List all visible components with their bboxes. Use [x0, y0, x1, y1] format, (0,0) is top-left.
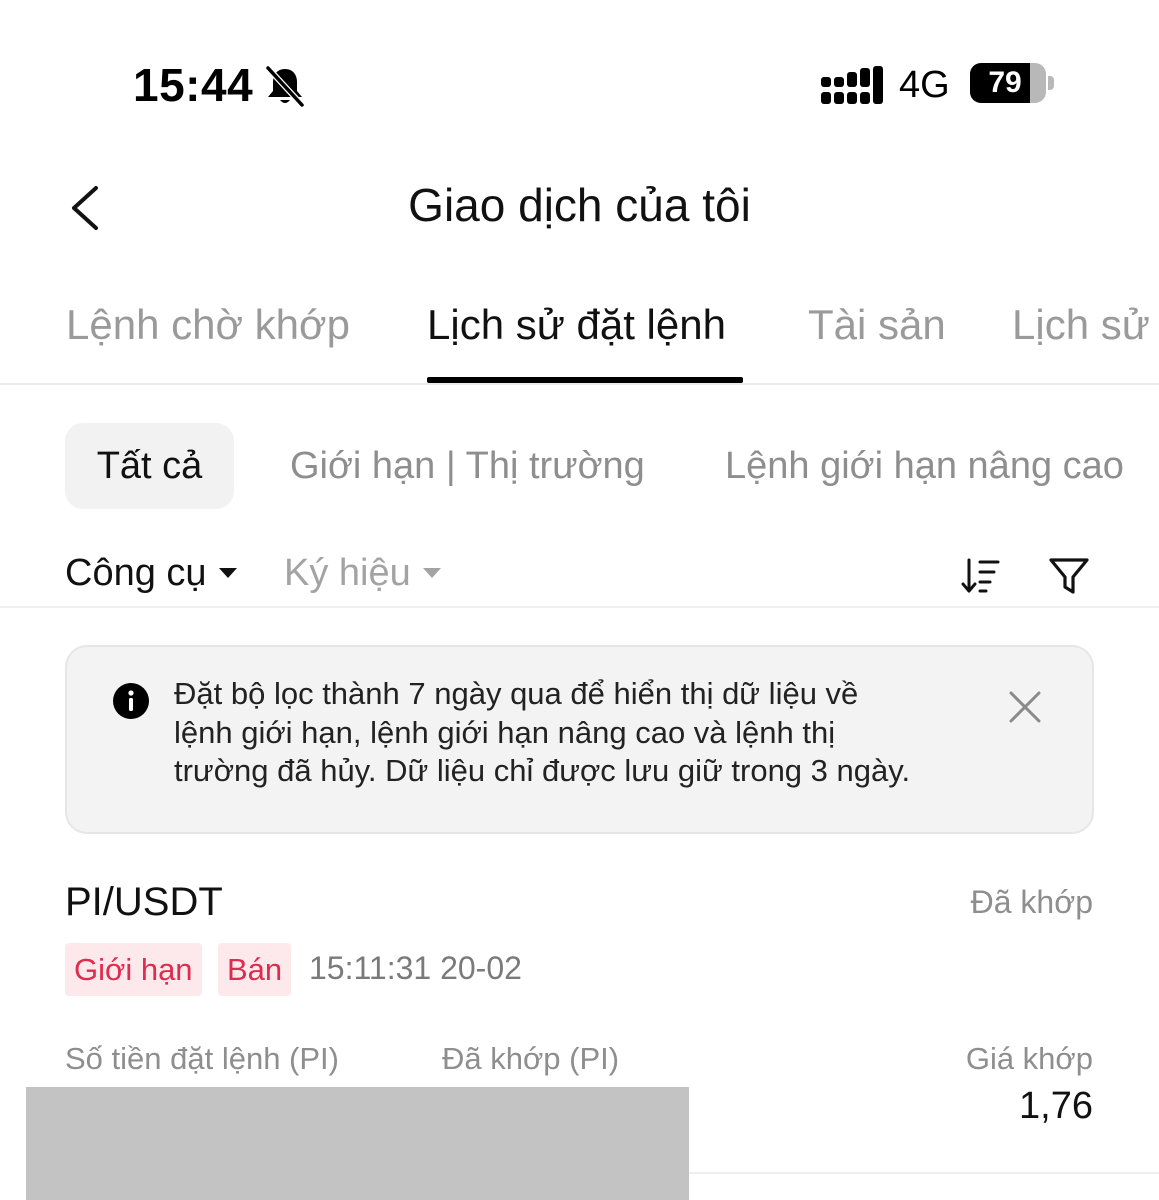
battery-level: 79	[988, 66, 1022, 99]
notice-line: Đặt bộ lọc thành 7 ngày qua để hiển thị …	[174, 676, 859, 711]
order-side-tag: Bán	[218, 943, 292, 996]
notice-text: Đặt bộ lọc thành 7 ngày qua để hiển thị …	[174, 675, 974, 791]
order-status: Đã khớp	[970, 884, 1093, 920]
instrument-dropdown[interactable]: Công cụ	[65, 552, 237, 595]
filter-icon[interactable]	[1047, 554, 1091, 598]
symbol-dropdown[interactable]: Ký hiệu	[284, 552, 441, 595]
tab-order-history[interactable]: Lịch sử đặt lệnh	[427, 301, 726, 349]
order-time: 15:11:31 20-02	[309, 950, 522, 986]
close-icon[interactable]	[1007, 689, 1043, 725]
active-tab-indicator	[427, 377, 743, 383]
filter-limit-market-pill[interactable]: Giới hạn | Thị trường	[290, 445, 645, 488]
main-tabs: Lệnh chờ khớp Lịch sử đặt lệnh Tài sản L…	[0, 295, 1159, 385]
order-amount-label: Số tiền đặt lệnh (PI)	[65, 1041, 339, 1076]
caret-down-icon	[218, 567, 237, 578]
signal-icon	[821, 66, 883, 104]
notice-line: trường đã hủy. Dữ liệu chỉ được lưu giữ …	[174, 753, 911, 788]
tool-row: Công cụ Ký hiệu	[0, 540, 1159, 608]
sort-icon[interactable]	[961, 556, 1001, 596]
caret-down-icon	[422, 567, 441, 578]
filter-advanced-limit-pill[interactable]: Lệnh giới hạn nâng cao	[725, 445, 1124, 488]
instrument-dropdown-label: Công cụ	[65, 552, 207, 594]
symbol-dropdown-label: Ký hiệu	[284, 552, 411, 594]
filter-all-pill[interactable]: Tất cả	[65, 423, 234, 509]
tab-pending-orders[interactable]: Lệnh chờ khớp	[66, 301, 350, 349]
order-type-tag: Giới hạn	[65, 943, 202, 996]
match-price-value: 1,76	[1019, 1085, 1093, 1127]
tab-assets[interactable]: Tài sản	[808, 301, 946, 349]
info-icon	[113, 683, 149, 719]
redacted-area	[26, 1087, 689, 1200]
network-label: 4G	[899, 64, 950, 106]
status-bar: 15:44 4G 79	[0, 0, 1159, 150]
order-pair[interactable]: PI/USDT	[65, 880, 223, 925]
status-time: 15:44	[133, 59, 254, 111]
divider	[689, 1172, 1159, 1174]
page-title: Giao dịch của tôi	[408, 179, 751, 231]
bell-slash-icon	[265, 65, 305, 108]
notice-line: lệnh giới hạn, lệnh giới hạn nâng cao và…	[174, 714, 836, 750]
match-price-label: Giá khớp	[965, 1041, 1093, 1076]
notice-banner: Đặt bộ lọc thành 7 ngày qua để hiển thị …	[65, 645, 1094, 834]
battery-indicator: 79	[970, 63, 1054, 103]
tab-history[interactable]: Lịch sử	[1012, 301, 1150, 349]
filled-amount-label: Đã khớp (PI)	[442, 1041, 620, 1076]
